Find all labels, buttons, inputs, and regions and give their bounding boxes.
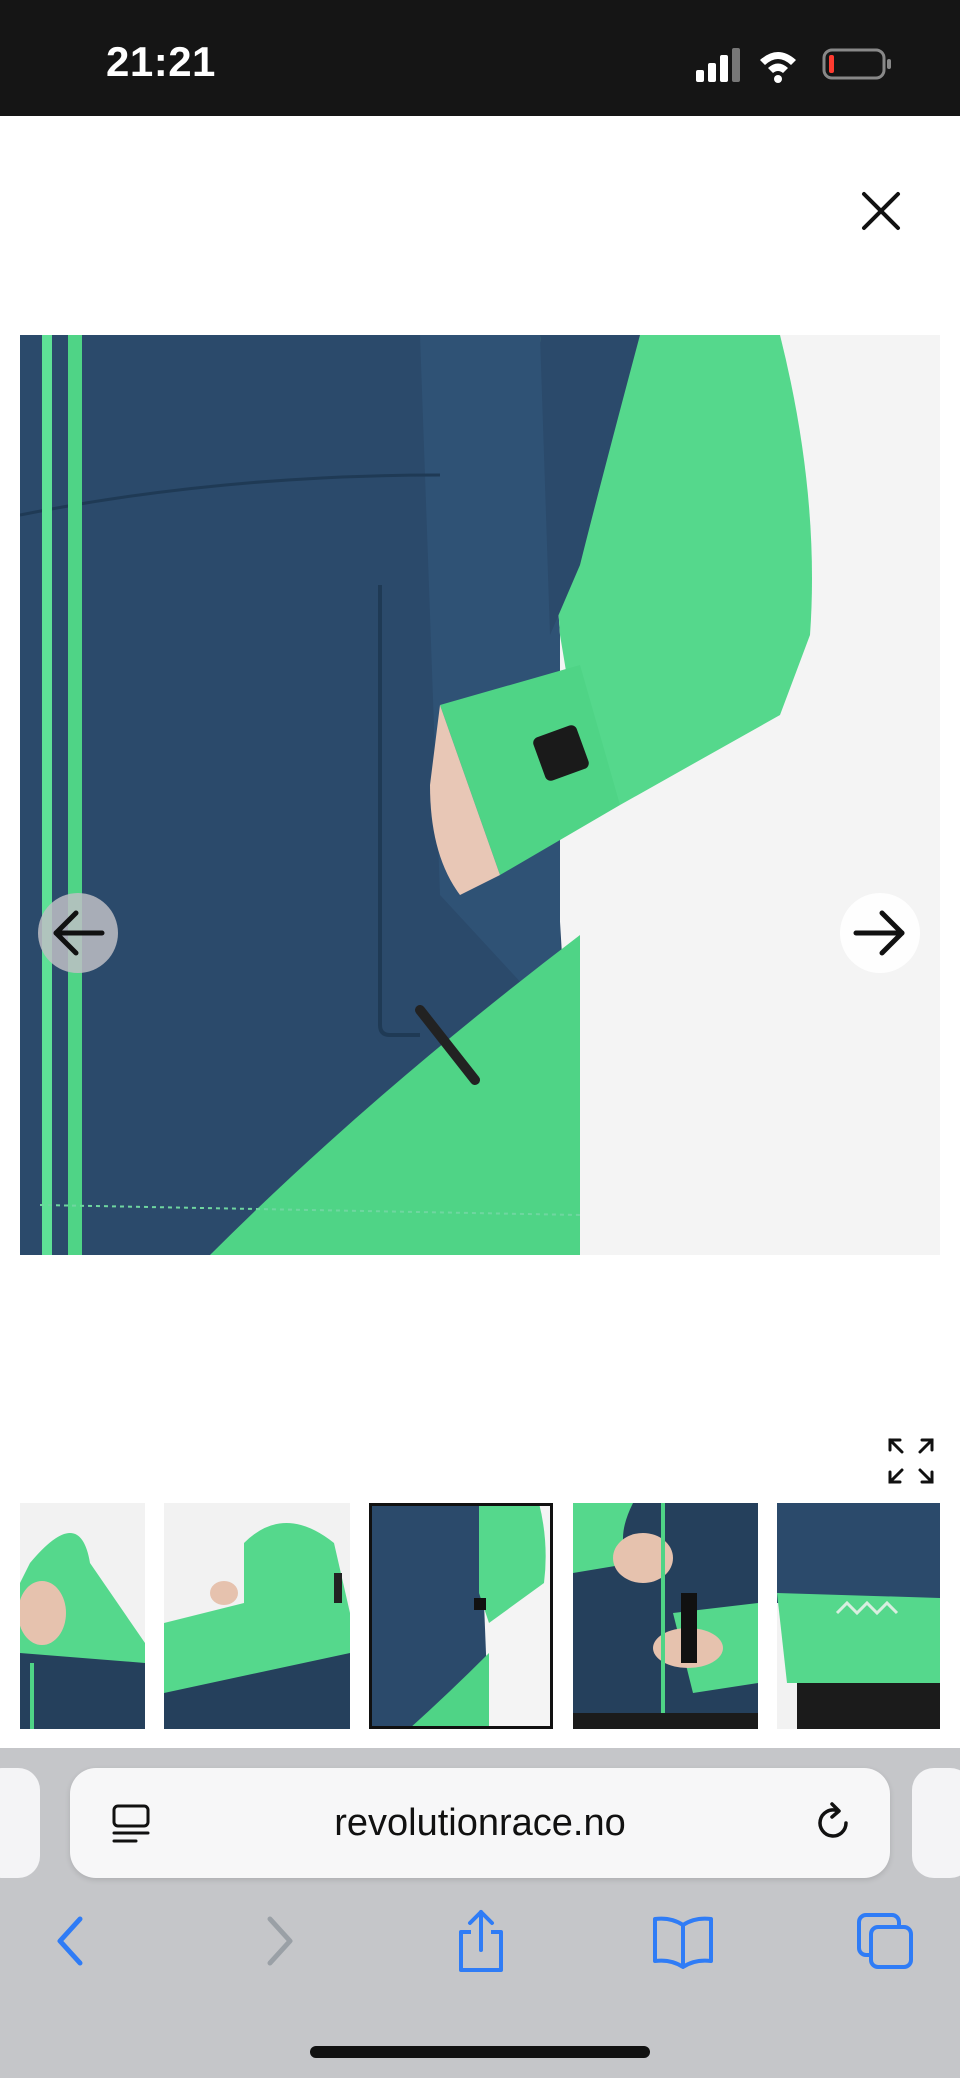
- product-image[interactable]: [20, 335, 940, 1255]
- book-icon: [653, 1916, 713, 1969]
- thumbnail-pocket-detail[interactable]: [369, 1503, 553, 1729]
- thumbnail-hood-front[interactable]: [20, 1503, 145, 1729]
- home-indicator[interactable]: [310, 2046, 650, 2058]
- thumbnail-hood-back[interactable]: [164, 1503, 350, 1729]
- chevron-right-icon: [267, 1916, 293, 1966]
- fullscreen-button[interactable]: [886, 1436, 936, 1486]
- status-bar: 21:21: [0, 0, 960, 116]
- address-bar[interactable]: revolutionrace.no: [70, 1768, 890, 1878]
- forward-button[interactable]: [244, 1906, 314, 1976]
- reload-button[interactable]: [810, 1800, 856, 1851]
- thumbnail-hem-detail[interactable]: [777, 1503, 940, 1729]
- url-text: revolutionrace.no: [334, 1802, 626, 1844]
- share-icon: [459, 1910, 503, 1972]
- status-icons: [696, 44, 896, 89]
- close-icon: [862, 192, 900, 230]
- share-button[interactable]: [446, 1906, 516, 1976]
- reload-icon: [818, 1802, 848, 1838]
- arrow-right-icon: [853, 910, 905, 956]
- chevron-left-icon: [57, 1916, 83, 1966]
- wifi-icon: [760, 52, 796, 83]
- expand-icon: [888, 1438, 934, 1484]
- next-image-button[interactable]: [840, 893, 920, 973]
- thumbnail-strip: [0, 1503, 960, 1729]
- previous-image-button[interactable]: [38, 893, 118, 973]
- signal-icon: [696, 48, 740, 82]
- status-time: 21:21: [106, 38, 216, 85]
- next-tab-preview[interactable]: [912, 1768, 960, 1878]
- thumbnail-cuff-detail[interactable]: [573, 1503, 758, 1729]
- back-button[interactable]: [36, 1906, 106, 1976]
- battery-icon: [822, 48, 891, 80]
- bookmarks-button[interactable]: [648, 1906, 718, 1976]
- tabs-button[interactable]: [850, 1906, 920, 1976]
- tabs-icon: [857, 1913, 913, 1969]
- previous-tab-preview[interactable]: [0, 1768, 40, 1878]
- arrow-left-icon: [53, 910, 105, 956]
- close-button[interactable]: [856, 186, 906, 236]
